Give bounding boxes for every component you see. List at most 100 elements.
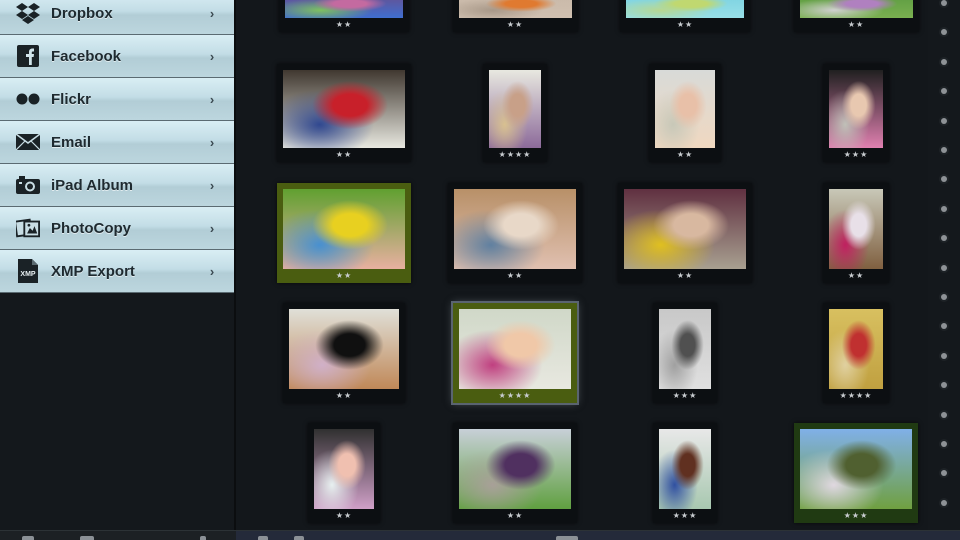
photo-image [829,70,883,148]
photo-thumbnail[interactable]: ★★★ [823,64,889,162]
photo-thumbnail[interactable]: ★★ [649,64,721,162]
scroll-index-dot[interactable] [941,58,947,65]
photo-thumbnail[interactable]: ★★ [277,64,411,162]
chevron-right-icon: › [209,134,215,150]
star-rating[interactable]: ★★ [448,271,582,281]
menu-item-photocopy[interactable]: PhotoCopy › [0,207,234,250]
star-rating[interactable]: ★★★★ [453,391,577,401]
photo-image [283,70,405,148]
star-rating[interactable]: ★★ [453,20,578,30]
chevron-right-icon: › [209,177,215,193]
camera-icon [16,173,40,197]
chevron-right-icon: › [209,263,215,279]
flickr-icon [16,87,40,111]
toolbar-button-icon[interactable] [258,536,268,540]
scroll-index-dot[interactable] [941,470,947,477]
star-rating[interactable]: ★★ [283,391,405,401]
scroll-index-dot[interactable] [941,88,947,95]
menu-item-xmp-export[interactable]: XMP XMP Export › [0,250,234,293]
photo-thumbnail[interactable]: ★★ [283,303,405,403]
toolbar-button-icon[interactable] [80,536,94,540]
scroll-index-dot[interactable] [941,264,947,271]
star-rating[interactable]: ★★★ [794,511,918,521]
xmp-file-icon: XMP [16,259,40,283]
scroll-index-dot[interactable] [941,147,947,153]
photo-thumbnail[interactable]: ★★★ [653,303,717,403]
bottom-toolbar [0,530,960,540]
share-sidebar: Dropbox › Facebook › Flickr › Email › iP… [0,0,236,530]
scroll-index-dot[interactable] [941,352,947,359]
star-rating[interactable]: ★★ [618,271,752,281]
star-rating[interactable]: ★★ [277,271,411,281]
menu-item-email[interactable]: Email › [0,121,234,164]
photo-image [624,189,746,269]
photo-image [459,429,571,509]
star-rating[interactable]: ★★ [277,150,411,160]
star-rating[interactable]: ★★★★ [483,150,547,160]
photo-thumbnail[interactable]: ★★ [618,183,752,283]
scroll-index-dot[interactable] [941,0,947,6]
toolbar-button-icon[interactable] [294,536,304,540]
chevron-right-icon: › [209,5,215,21]
photo-image [489,70,541,148]
export-menu: Dropbox › Facebook › Flickr › Email › iP… [0,0,234,293]
photo-image [829,309,883,389]
toolbar-right-section [236,531,960,540]
star-rating[interactable]: ★★★ [653,511,717,521]
scroll-index-dot[interactable] [941,176,947,183]
star-rating[interactable]: ★★ [279,20,409,30]
menu-item-label: XMP Export [51,262,135,280]
photo-image [459,309,571,389]
menu-item-flickr[interactable]: Flickr › [0,78,234,121]
photo-thumbnail[interactable]: ★★ [793,0,919,32]
star-rating[interactable]: ★★ [794,20,919,30]
photo-thumbnail[interactable]: ★★ [277,183,411,283]
scroll-index-dot[interactable] [941,205,947,212]
star-rating[interactable]: ★★ [823,271,889,281]
star-rating[interactable]: ★★ [620,20,750,30]
star-rating[interactable]: ★★★ [653,391,717,401]
chevron-right-icon: › [209,220,215,236]
photo-image [626,0,744,18]
photo-thumbnail[interactable]: ★★ [308,423,380,523]
photo-thumbnail[interactable]: ★★★★ [483,64,547,162]
photo-thumbnail[interactable]: ★★★ [653,423,717,523]
scroll-index-dot[interactable] [941,235,947,242]
toolbar-button-icon[interactable] [200,536,206,540]
photo-image [458,0,572,18]
photo-thumbnail[interactable]: ★★★★ [451,301,579,405]
star-rating[interactable]: ★★ [308,511,380,521]
photo-thumbnail[interactable]: ★★★★ [823,303,889,403]
star-rating[interactable]: ★★ [453,511,577,521]
menu-item-label: Dropbox [51,4,113,22]
photo-thumbnail[interactable]: ★★ [620,0,750,32]
photo-thumbnail[interactable]: ★★★ [794,423,918,523]
photo-image [314,429,374,509]
photo-image [285,0,403,18]
scroll-index-dot[interactable] [941,411,947,418]
star-rating[interactable]: ★★★ [823,150,889,160]
photo-thumbnail[interactable]: ★★ [279,0,409,32]
photo-image [283,189,405,269]
menu-item-label: Email [51,133,92,151]
star-rating[interactable]: ★★ [649,150,721,160]
xmp-icon-text: XMP [20,271,36,278]
photo-thumbnail[interactable]: ★★ [448,183,582,283]
scroll-index-dot[interactable] [941,382,947,389]
scroll-index-dot[interactable] [941,323,947,330]
dropbox-icon [16,1,40,25]
scroll-index-dot[interactable] [941,29,947,36]
scroll-index-dot[interactable] [941,294,947,300]
menu-item-dropbox[interactable]: Dropbox › [0,0,234,35]
photo-thumbnail[interactable]: ★★ [823,183,889,283]
menu-item-facebook[interactable]: Facebook › [0,35,234,78]
scroll-index-dot[interactable] [941,441,947,447]
scroll-index-dot[interactable] [941,117,947,124]
photo-thumbnail[interactable]: ★★ [453,423,577,523]
star-rating[interactable]: ★★★★ [823,391,889,401]
scroll-index[interactable] [928,0,960,530]
scroll-index-dot[interactable] [941,499,947,506]
toolbar-button-icon[interactable] [22,536,34,540]
menu-item-ipad-album[interactable]: iPad Album › [0,164,234,207]
photo-thumbnail[interactable]: ★★ [452,0,578,32]
